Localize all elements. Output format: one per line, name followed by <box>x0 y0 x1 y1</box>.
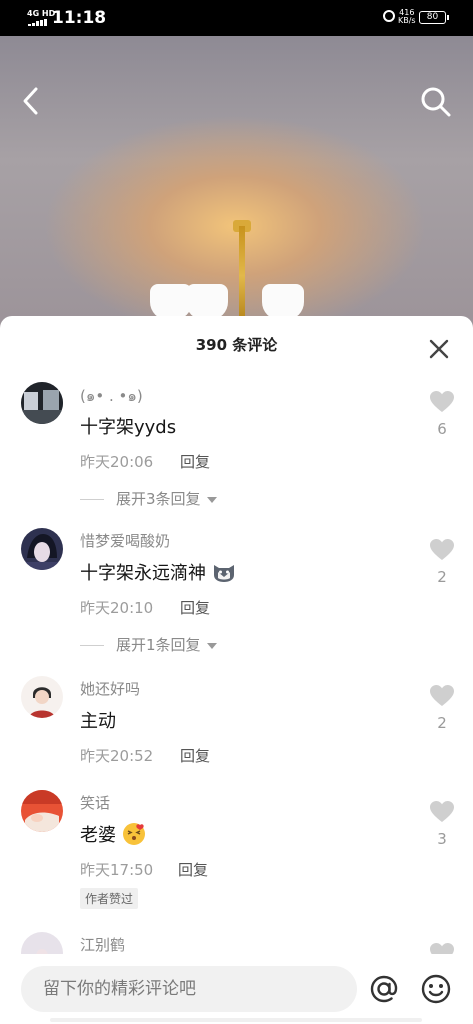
comment-time: 昨天20:52 <box>80 747 154 765</box>
comment-text-body: 十字架永远滴神 <box>80 563 206 584</box>
avatar[interactable] <box>21 676 63 718</box>
video-player[interactable] <box>0 36 473 346</box>
reply-button[interactable]: 回复 <box>180 597 210 618</box>
status-time: 11:18 <box>52 8 107 28</box>
heart-icon <box>430 801 454 822</box>
comment-username[interactable]: 笑话 <box>80 792 110 813</box>
like-count: 6 <box>437 420 447 438</box>
chevron-left-icon <box>23 87 38 115</box>
network-speed: 416 KB/s <box>398 9 416 25</box>
alarm-icon <box>383 10 395 22</box>
avatar[interactable] <box>21 790 63 832</box>
comment-input[interactable] <box>21 966 357 1012</box>
like-button[interactable]: 3 <box>427 800 457 848</box>
comment-text[interactable]: 老婆 <box>80 821 146 847</box>
at-icon <box>370 975 398 1003</box>
heart-icon <box>430 391 454 412</box>
search-button[interactable] <box>420 86 452 118</box>
comment-text-body: 老婆 <box>80 825 116 846</box>
reply-button[interactable]: 回复 <box>178 859 208 880</box>
comments-count-title: 390 条评论 <box>195 336 278 354</box>
comment-text[interactable]: 十字架yyds <box>80 413 176 439</box>
chandelier-shade <box>262 284 304 320</box>
home-indicator <box>50 1018 422 1022</box>
expand-replies-label: 展开1条回复 <box>116 636 201 654</box>
network-speed-unit: KB/s <box>398 16 416 25</box>
like-count: 3 <box>437 830 447 848</box>
like-count: 2 <box>437 714 447 732</box>
mention-button[interactable] <box>368 973 400 1005</box>
caret-down-icon <box>206 642 217 649</box>
close-icon <box>429 339 449 359</box>
battery-icon: 80 <box>419 11 449 24</box>
chandelier-shade <box>186 284 228 320</box>
comment-time: 昨天17:50 <box>80 861 154 879</box>
like-count: 2 <box>437 568 447 586</box>
reply-button[interactable]: 回复 <box>180 745 210 766</box>
divider-line <box>80 499 104 500</box>
reply-button[interactable]: 回复 <box>180 451 210 472</box>
comment-text[interactable]: 主动 <box>80 707 116 733</box>
author-liked-badge: 作者赞过 <box>80 888 139 909</box>
comment-text[interactable]: 十字架永远滴神 <box>80 559 236 585</box>
search-icon <box>421 87 451 117</box>
avatar[interactable] <box>21 528 63 570</box>
back-button[interactable] <box>18 86 46 116</box>
chandelier-rod <box>239 226 245 326</box>
comment-username[interactable]: 惜梦爱喝酸奶 <box>80 530 170 551</box>
comment-input-bar <box>0 954 473 1024</box>
signal-icon <box>28 19 48 26</box>
kissing-face-emoji <box>122 823 145 845</box>
comment-username[interactable]: (๑• . •๑) <box>80 384 143 408</box>
comment-username[interactable]: 她还好吗 <box>80 678 140 699</box>
close-button[interactable] <box>426 336 452 362</box>
expand-replies-label: 展开3条回复 <box>116 490 201 508</box>
comments-sheet: 390 条评论 (๑• . •๑) 十字架yyds 昨天20:06 回复 展开3… <box>0 316 473 1024</box>
avatar[interactable] <box>21 382 63 424</box>
comment-time: 昨天20:10 <box>80 599 154 617</box>
emoji-button[interactable] <box>420 973 452 1005</box>
expand-replies-button[interactable]: 展开3条回复 <box>80 488 217 509</box>
status-bar: 4G HD 11:18 416 KB/s 80 <box>0 0 473 36</box>
comment-time: 昨天20:06 <box>80 453 154 471</box>
emoji-icon <box>421 974 451 1004</box>
like-button[interactable]: 2 <box>427 684 457 732</box>
divider-line <box>80 645 104 646</box>
caret-down-icon <box>206 496 217 503</box>
comment-username[interactable]: 江别鹤 <box>80 934 125 955</box>
heart-icon <box>430 539 454 560</box>
cat-face-emoji <box>213 565 234 582</box>
heart-icon <box>430 685 454 706</box>
expand-replies-button[interactable]: 展开1条回复 <box>80 634 217 655</box>
like-button[interactable]: 2 <box>427 538 457 586</box>
like-button[interactable]: 6 <box>427 390 457 438</box>
